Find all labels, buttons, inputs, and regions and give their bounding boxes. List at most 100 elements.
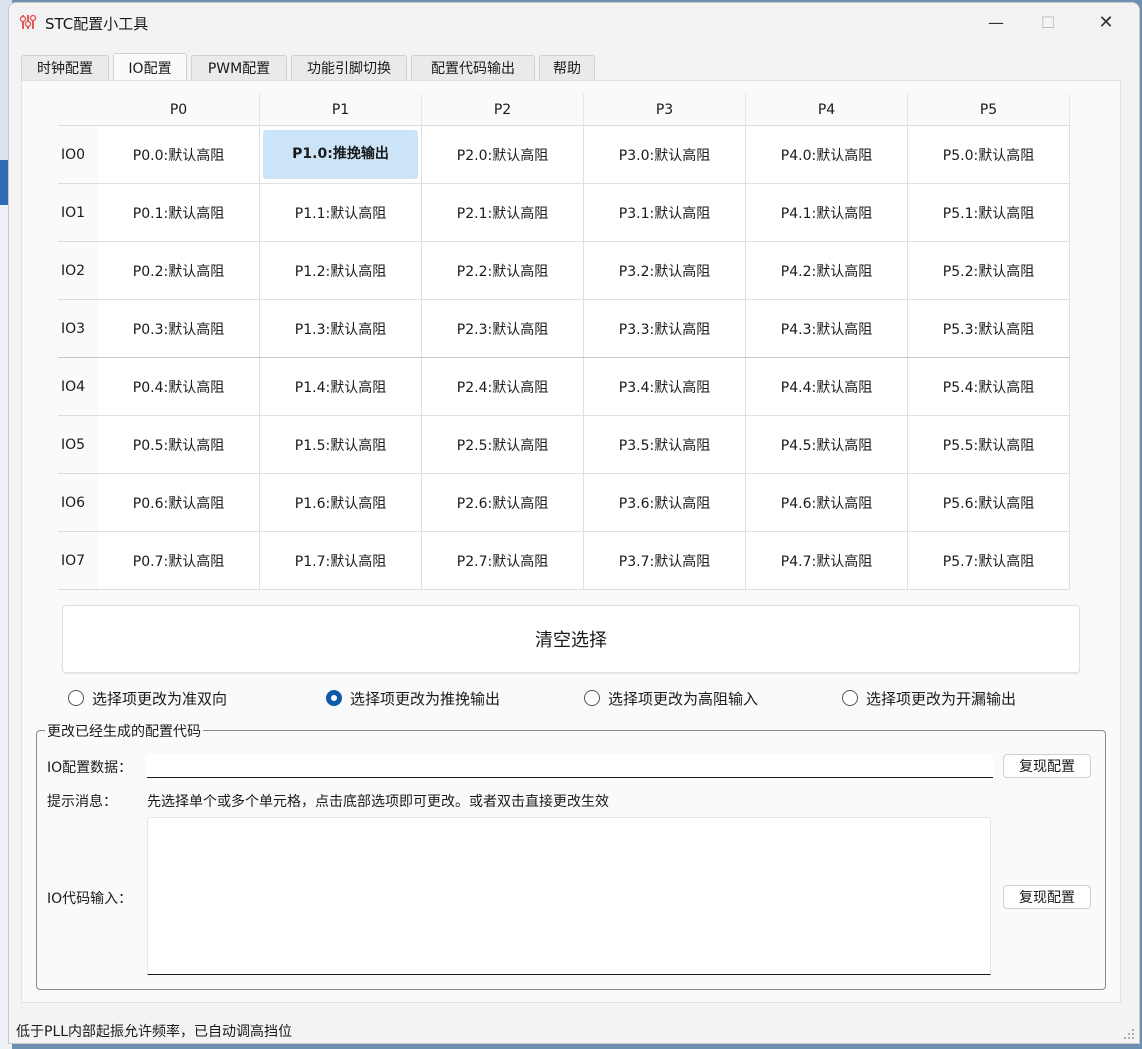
io-table: P0 P1 P2 P3 P4 P5 IO0 P0.0:默认高阻 P1.0:推挽输… <box>58 94 1070 590</box>
table-cell[interactable]: P2.5:默认高阻 <box>421 415 584 474</box>
tab-clock-config[interactable]: 时钟配置 <box>21 55 109 80</box>
row-header[interactable]: IO1 <box>58 183 98 242</box>
table-cell[interactable]: P4.2:默认高阻 <box>745 241 908 300</box>
table-cell[interactable]: P2.3:默认高阻 <box>421 299 584 358</box>
io-data-input[interactable] <box>147 754 993 778</box>
io-code-label: IO代码输入： <box>47 891 133 907</box>
table-cell[interactable]: P4.4:默认高阻 <box>745 357 908 416</box>
minimize-button[interactable]: — <box>967 3 1025 41</box>
row-header[interactable]: IO2 <box>58 241 98 300</box>
table-cell[interactable]: P1.5:默认高阻 <box>259 415 422 474</box>
table-cell[interactable]: P5.0:默认高阻 <box>907 125 1070 184</box>
radio-label: 选择项更改为推挽输出 <box>350 689 501 708</box>
table-cell[interactable]: P0.5:默认高阻 <box>98 415 260 474</box>
table-cell[interactable]: P0.7:默认高阻 <box>98 531 260 590</box>
table-cell[interactable]: P2.1:默认高阻 <box>421 183 584 242</box>
table-cell[interactable]: P1.4:默认高阻 <box>259 357 422 416</box>
table-cell[interactable]: P3.1:默认高阻 <box>583 183 746 242</box>
table-corner[interactable] <box>58 94 98 126</box>
tab-io-config[interactable]: IO配置 <box>113 53 187 81</box>
table-cell[interactable]: P2.6:默认高阻 <box>421 473 584 532</box>
row-header[interactable]: IO3 <box>58 299 98 358</box>
table-cell[interactable]: P3.7:默认高阻 <box>583 531 746 590</box>
restore-config-button-2[interactable]: 复现配置 <box>1003 885 1091 909</box>
table-cell[interactable]: P0.0:默认高阻 <box>98 125 260 184</box>
radio-label: 选择项更改为高阻输入 <box>608 689 759 708</box>
table-cell[interactable]: P4.0:默认高阻 <box>745 125 908 184</box>
table-cell[interactable]: P5.3:默认高阻 <box>907 299 1070 358</box>
table-cell[interactable]: P4.5:默认高阻 <box>745 415 908 474</box>
row-header[interactable]: IO7 <box>58 531 98 590</box>
radio-high-impedance[interactable]: 选择项更改为高阻输入 <box>584 686 758 710</box>
table-cell[interactable]: P5.2:默认高阻 <box>907 241 1070 300</box>
app-window: STC配置小工具 — ☐ ✕ 时钟配置 IO配置 PWM配置 功能引脚切换 配置… <box>8 2 1140 1044</box>
table-cell[interactable]: P1.6:默认高阻 <box>259 473 422 532</box>
table-cell[interactable]: P3.3:默认高阻 <box>583 299 746 358</box>
table-cell[interactable]: P2.7:默认高阻 <box>421 531 584 590</box>
table-cell[interactable]: P4.6:默认高阻 <box>745 473 908 532</box>
window-title: STC配置小工具 <box>45 15 149 33</box>
table-cell[interactable]: P0.3:默认高阻 <box>98 299 260 358</box>
table-cell[interactable]: P0.1:默认高阻 <box>98 183 260 242</box>
table-cell[interactable]: P5.7:默认高阻 <box>907 531 1070 590</box>
column-header[interactable]: P0 <box>98 94 260 126</box>
groupbox-title: 更改已经生成的配置代码 <box>45 721 203 741</box>
tab-code-output[interactable]: 配置代码输出 <box>411 55 535 80</box>
io-code-textarea[interactable] <box>147 817 991 975</box>
status-text: 低于PLL内部起振允许频率，已自动调高挡位 <box>16 1024 293 1040</box>
io-data-label: IO配置数据： <box>47 760 133 776</box>
table-cell[interactable]: P2.0:默认高阻 <box>421 125 584 184</box>
table-cell[interactable]: P4.1:默认高阻 <box>745 183 908 242</box>
radio-quasi-bidirectional[interactable]: 选择项更改为准双向 <box>68 686 227 710</box>
restore-config-button[interactable]: 复现配置 <box>1003 754 1091 778</box>
row-header[interactable]: IO6 <box>58 473 98 532</box>
title-bar[interactable]: STC配置小工具 — ☐ ✕ <box>9 3 1139 41</box>
tab-pin-switch[interactable]: 功能引脚切换 <box>291 55 407 80</box>
status-bar: 低于PLL内部起振允许频率，已自动调高挡位 <box>9 1017 1139 1043</box>
table-header-row: P0 P1 P2 P3 P4 P5 <box>58 94 1070 126</box>
table-cell[interactable]: P5.6:默认高阻 <box>907 473 1070 532</box>
table-cell[interactable]: P1.7:默认高阻 <box>259 531 422 590</box>
row-header[interactable]: IO0 <box>58 125 98 184</box>
column-header[interactable]: P1 <box>259 94 422 126</box>
table-cell[interactable]: P3.6:默认高阻 <box>583 473 746 532</box>
table-cell[interactable]: P5.1:默认高阻 <box>907 183 1070 242</box>
radio-open-drain[interactable]: 选择项更改为开漏输出 <box>842 686 1016 710</box>
row-header[interactable]: IO5 <box>58 415 98 474</box>
table-cell[interactable]: P0.2:默认高阻 <box>98 241 260 300</box>
table-cell[interactable]: P1.3:默认高阻 <box>259 299 422 358</box>
table-cell[interactable]: P0.6:默认高阻 <box>98 473 260 532</box>
tab-help[interactable]: 帮助 <box>539 55 595 80</box>
row-header[interactable]: IO4 <box>58 357 98 416</box>
tab-pwm-config[interactable]: PWM配置 <box>191 55 287 80</box>
table-cell[interactable]: P5.5:默认高阻 <box>907 415 1070 474</box>
config-code-groupbox: 更改已经生成的配置代码 IO配置数据： 复现配置 提示消息： 先选择单个或多个单… <box>36 721 1106 990</box>
close-button[interactable]: ✕ <box>1077 3 1135 41</box>
table-cell[interactable]: P2.2:默认高阻 <box>421 241 584 300</box>
table-cell[interactable]: P0.4:默认高阻 <box>98 357 260 416</box>
table-cell[interactable]: P3.5:默认高阻 <box>583 415 746 474</box>
table-cell[interactable]: P3.2:默认高阻 <box>583 241 746 300</box>
table-cell[interactable]: P3.4:默认高阻 <box>583 357 746 416</box>
column-header[interactable]: P4 <box>745 94 908 126</box>
radio-circle-icon <box>842 690 858 706</box>
table-cell[interactable]: P4.3:默认高阻 <box>745 299 908 358</box>
table-cell[interactable]: P2.4:默认高阻 <box>421 357 584 416</box>
table-cell[interactable]: P5.4:默认高阻 <box>907 357 1070 416</box>
table-cell[interactable]: P1.1:默认高阻 <box>259 183 422 242</box>
radio-circle-icon <box>584 690 600 706</box>
resize-grip-icon[interactable] <box>1123 1028 1135 1040</box>
maximize-button[interactable]: ☐ <box>1019 3 1077 41</box>
column-header[interactable]: P3 <box>583 94 746 126</box>
column-header[interactable]: P5 <box>907 94 1070 126</box>
table-cell[interactable]: P3.0:默认高阻 <box>583 125 746 184</box>
io-config-panel: P0 P1 P2 P3 P4 P5 IO0 P0.0:默认高阻 P1.0:推挽输… <box>21 80 1121 1003</box>
table-row: IO6 P0.6:默认高阻 P1.6:默认高阻 P2.6:默认高阻 P3.6:默… <box>58 473 1070 532</box>
radio-push-pull[interactable]: 选择项更改为推挽输出 <box>326 686 500 710</box>
table-cell[interactable]: P4.7:默认高阻 <box>745 531 908 590</box>
clear-selection-button[interactable]: 清空选择 <box>62 605 1080 673</box>
column-header[interactable]: P2 <box>421 94 584 126</box>
table-cell[interactable]: P1.2:默认高阻 <box>259 241 422 300</box>
table-cell-selected[interactable]: P1.0:推挽输出 <box>259 125 422 184</box>
minimize-icon: — <box>988 12 1004 32</box>
